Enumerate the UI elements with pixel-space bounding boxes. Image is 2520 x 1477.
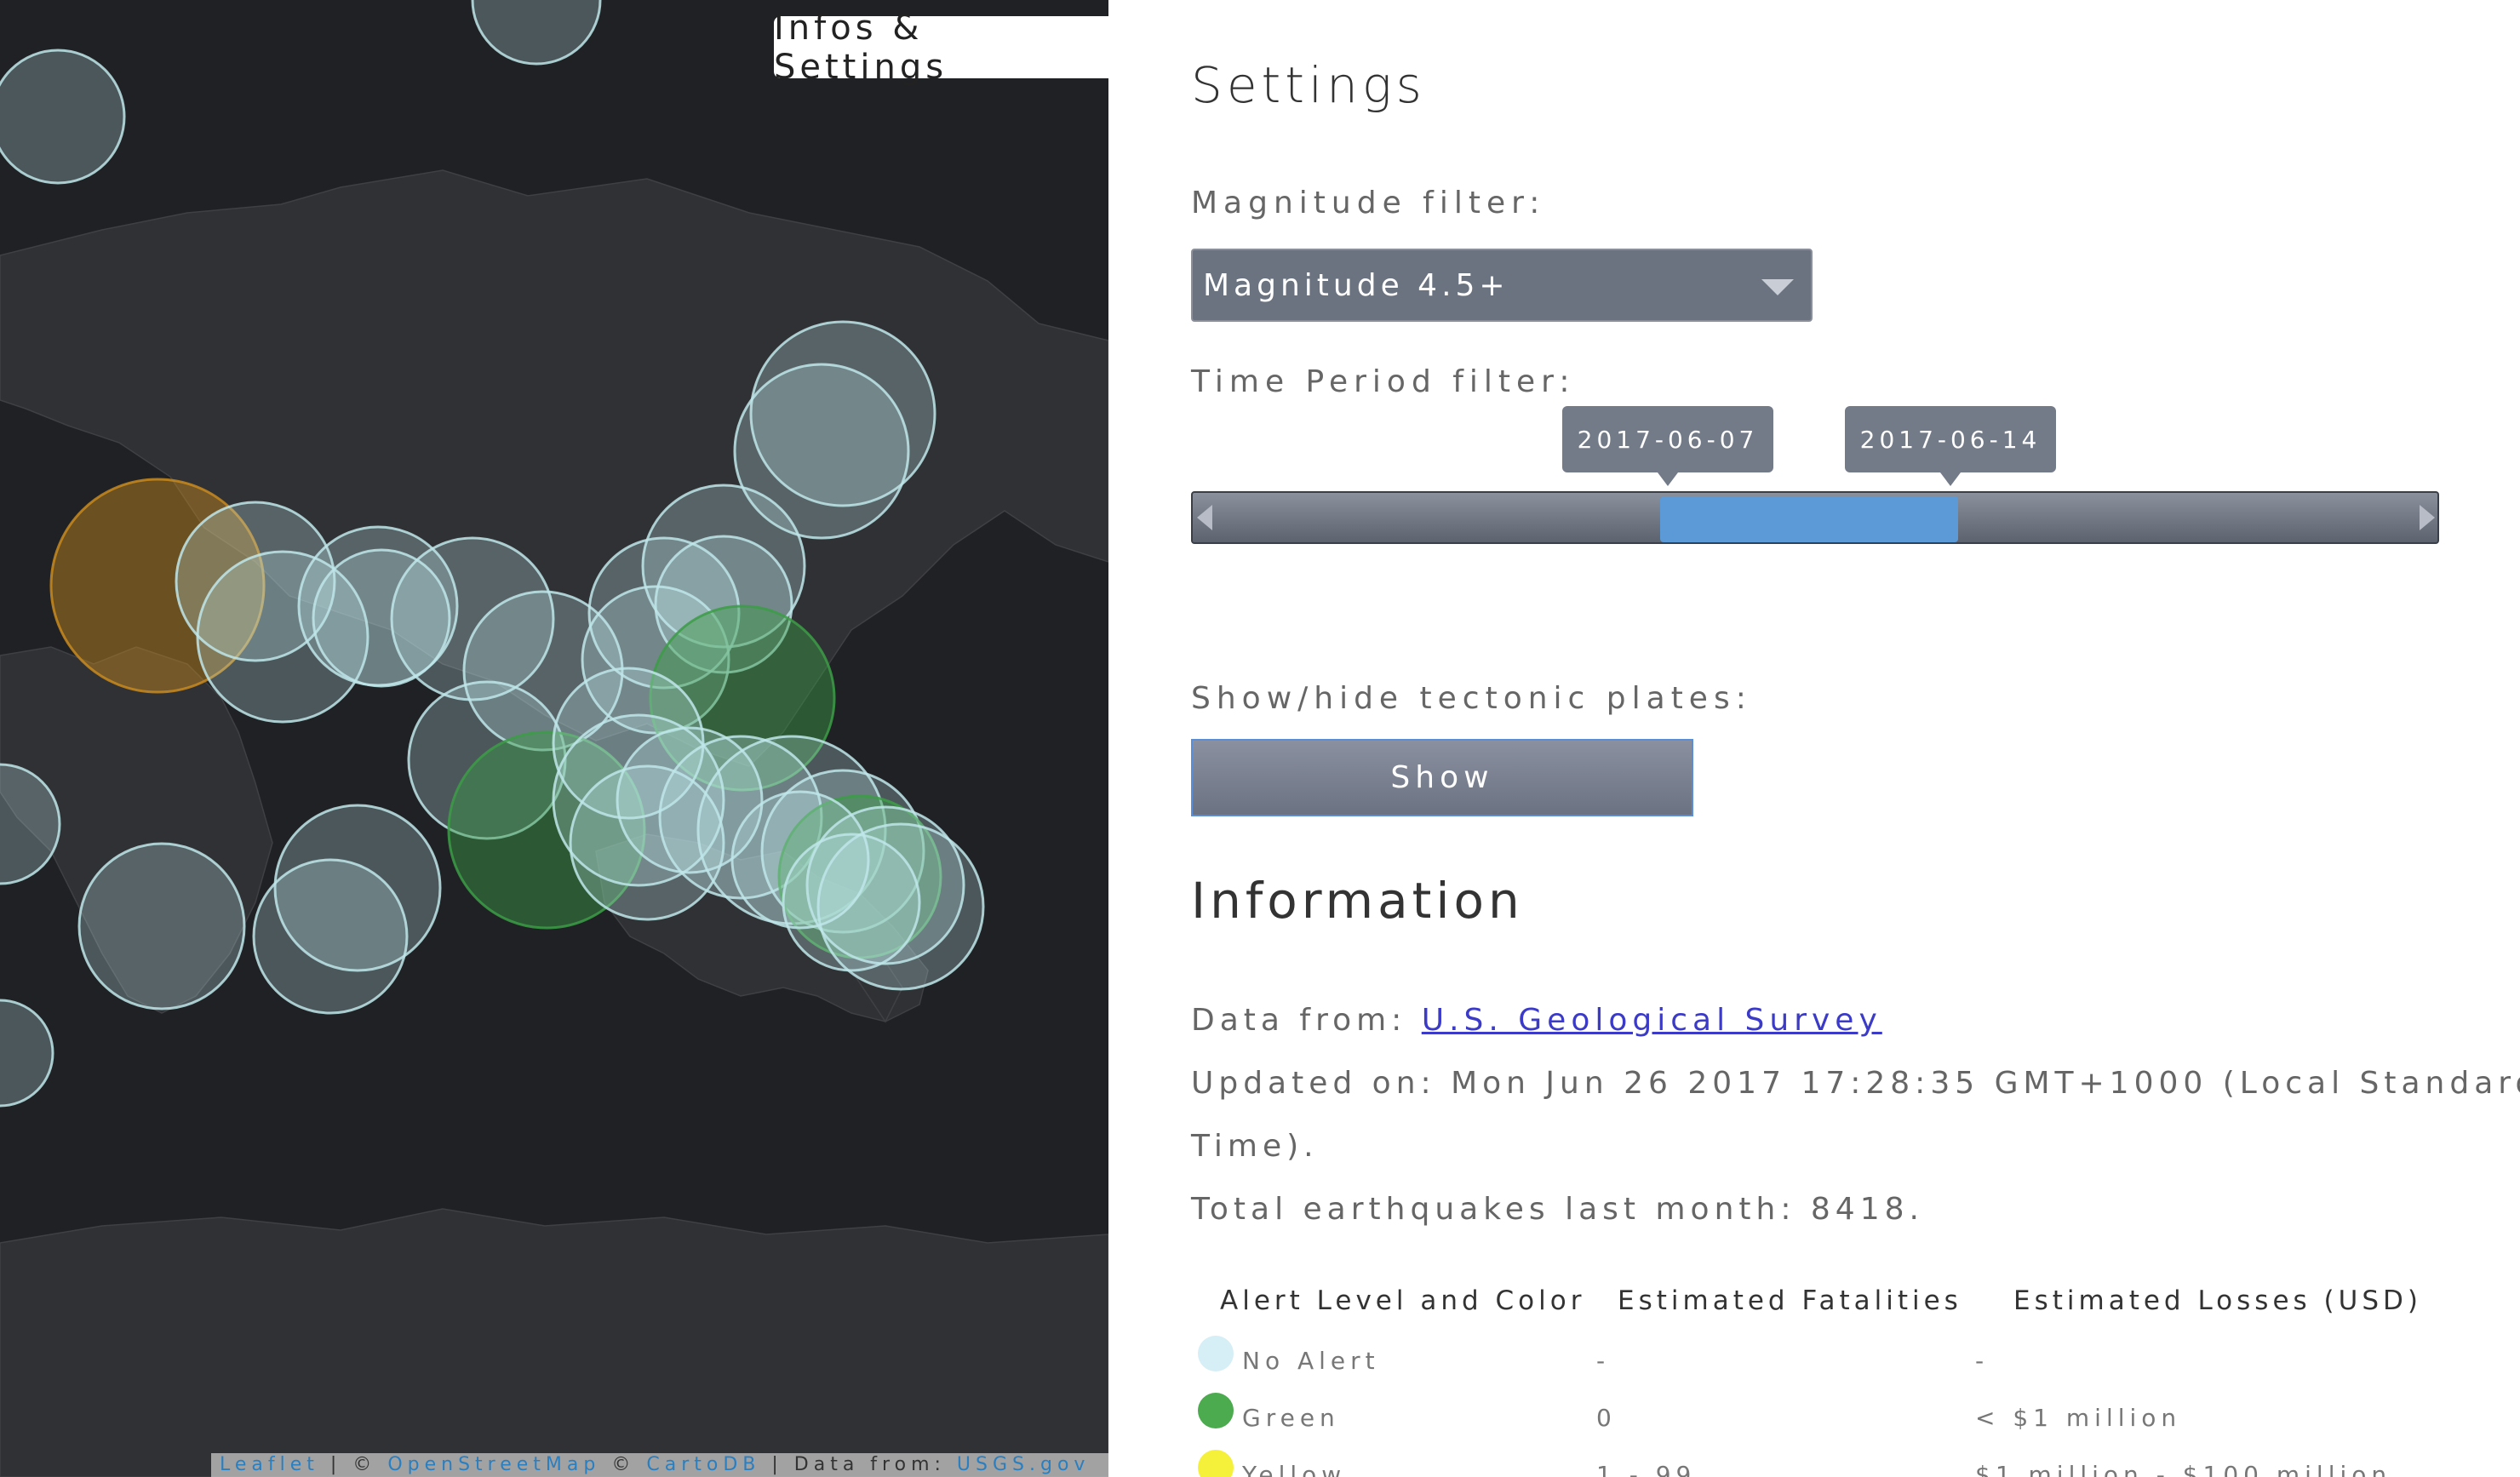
earthquake-map[interactable]: Infos & Settings Leaflet | © OpenStreetM… xyxy=(0,0,1108,1477)
earthquake-marker[interactable] xyxy=(730,790,870,930)
magnitude-filter-label: Magnitude filter: xyxy=(1191,186,1546,220)
settings-panel: Settings Magnitude filter: Magnitude 4.5… xyxy=(1108,0,2520,1477)
usgs-source-link[interactable]: U.S. Geological Survey xyxy=(1422,1003,1882,1038)
header-fatalities: Estimated Fatalities xyxy=(1618,1285,1962,1316)
slider-left-arrow-icon[interactable] xyxy=(1197,505,1212,530)
data-source-line: Data from: U.S. Geological Survey xyxy=(1191,1003,1882,1038)
earthquake-marker[interactable] xyxy=(252,858,409,1015)
slider-end-tooltip: 2017-06-14 xyxy=(1845,406,2056,486)
infos-settings-button[interactable]: Infos & Settings xyxy=(774,9,1108,87)
losses-cell: - xyxy=(1975,1347,1990,1375)
alert-color-dot xyxy=(1198,1450,1234,1477)
losses-cell: < $1 million xyxy=(1975,1404,2182,1432)
settings-heading: Settings xyxy=(1191,56,1426,114)
information-heading: Information xyxy=(1191,872,1524,930)
alert-level-cell: Yellow xyxy=(1242,1461,1347,1477)
time-range-selection[interactable] xyxy=(1660,496,1958,542)
earthquake-marker[interactable] xyxy=(471,0,602,66)
earthquake-markers xyxy=(0,0,985,1108)
attribution-separator: | © xyxy=(318,1454,388,1475)
earthquake-marker[interactable] xyxy=(77,842,246,1010)
slider-right-arrow-icon[interactable] xyxy=(2420,505,2435,530)
alert-level-cell: No Alert xyxy=(1242,1347,1380,1375)
updated-on-line: Updated on: Mon Jun 26 2017 17:28:35 GMT… xyxy=(1191,1066,2520,1101)
cartodb-link[interactable]: CartoDB xyxy=(646,1454,760,1475)
earthquake-marker[interactable] xyxy=(0,999,54,1108)
magnitude-select-value: Magnitude 4.5+ xyxy=(1203,267,1509,303)
time-period-label: Time Period filter: xyxy=(1191,364,1576,399)
earthquake-marker[interactable] xyxy=(0,49,126,185)
usgs-link[interactable]: USGS.gov xyxy=(957,1454,1091,1475)
show-plates-button[interactable]: Show xyxy=(1191,739,1693,816)
data-from-label: Data from: xyxy=(1191,1003,1422,1038)
updated-on-line-cont: Time). xyxy=(1191,1129,1319,1164)
fatalities-cell: 1 - 99 xyxy=(1596,1461,1697,1477)
openstreetmap-link[interactable]: OpenStreetMap xyxy=(387,1454,600,1475)
alert-level-cell: Green xyxy=(1242,1404,1340,1432)
leaflet-link[interactable]: Leaflet xyxy=(220,1454,319,1475)
header-alert-level: Alert Level and Color xyxy=(1220,1285,1586,1316)
attribution-separator: | Data from: xyxy=(760,1454,957,1475)
attribution-separator: © xyxy=(600,1454,647,1475)
alert-color-dot xyxy=(1198,1393,1234,1428)
tectonic-plates-label: Show/hide tectonic plates: xyxy=(1191,681,1752,716)
chevron-down-icon xyxy=(1761,279,1794,295)
fatalities-cell: 0 xyxy=(1596,1404,1617,1432)
alert-color-dot xyxy=(1198,1336,1234,1371)
earthquake-marker[interactable] xyxy=(0,763,61,885)
header-losses: Estimated Losses (USD) xyxy=(2013,1285,2422,1316)
losses-cell: $1 million - $100 million xyxy=(1975,1461,2392,1477)
slider-start-tooltip: 2017-06-07 xyxy=(1562,406,1773,486)
fatalities-cell: - xyxy=(1596,1347,1611,1375)
map-attribution: Leaflet | © OpenStreetMap © CartoDB | Da… xyxy=(211,1453,1108,1477)
total-earthquakes: Total earthquakes last month: 8418. xyxy=(1191,1192,1924,1227)
magnitude-select[interactable]: Magnitude 4.5+ xyxy=(1191,249,1813,322)
